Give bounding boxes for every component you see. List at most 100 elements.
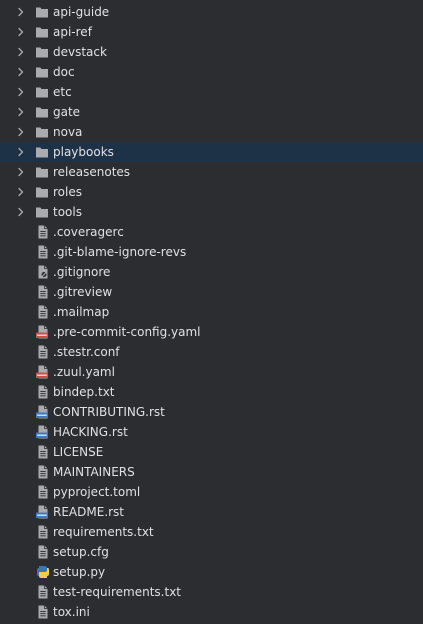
tree-file-row[interactable]: MAINTAINERS [0,462,423,482]
folder-label: doc [53,65,75,79]
folder-icon [35,65,49,79]
chevron-right-icon[interactable] [16,187,26,197]
folder-label: roles [53,185,82,199]
folder-label: nova [53,125,83,139]
tree-file-row[interactable]: .pre-commit-config.yaml [0,322,423,342]
file-label: CONTRIBUTING.rst [53,405,165,419]
folder-icon [35,45,49,59]
tree-file-row[interactable]: README.rst [0,502,423,522]
tree-folder-row[interactable]: api-guide [0,2,423,22]
chevron-right-icon[interactable] [16,107,26,117]
folder-icon [35,185,49,199]
chevron-right-icon[interactable] [16,127,26,137]
file-label: pyproject.toml [53,485,141,499]
text-file-icon [36,525,50,539]
tree-folder-row[interactable]: devstack [0,42,423,62]
folder-icon [35,105,49,119]
folder-label: playbooks [53,145,114,159]
text-file-icon [36,305,50,319]
tree-file-row[interactable]: .git-blame-ignore-revs [0,242,423,262]
tree-file-row[interactable]: pyproject.toml [0,482,423,502]
tree-file-row[interactable]: .stestr.conf [0,342,423,362]
file-label: .gitignore [53,265,111,279]
tree-file-row[interactable]: test-requirements.txt [0,582,423,602]
folder-label: releasenotes [53,165,131,179]
chevron-right-icon[interactable] [16,167,26,177]
text-file-icon [36,605,50,619]
file-label: .zuul.yaml [53,365,115,379]
folder-icon [35,85,49,99]
file-label: .stestr.conf [53,345,120,359]
chevron-right-icon[interactable] [16,67,26,77]
file-label: test-requirements.txt [53,585,181,599]
file-label: README.rst [53,505,125,519]
chevron-right-icon[interactable] [16,147,26,157]
tree-folder-row[interactable]: playbooks [0,142,423,162]
tree-folder-row[interactable]: etc [0,82,423,102]
file-label: LICENSE [53,445,104,459]
folder-icon [35,165,49,179]
tree-file-row[interactable]: setup.py [0,562,423,582]
text-file-icon [36,585,50,599]
text-file-icon [36,485,50,499]
tree-folder-row[interactable]: nova [0,122,423,142]
file-label: .pre-commit-config.yaml [53,325,201,339]
file-label: setup.cfg [53,545,109,559]
tree-folder-row[interactable]: roles [0,182,423,202]
file-label: MAINTAINERS [53,465,135,479]
tree-file-row[interactable]: CONTRIBUTING.rst [0,402,423,422]
chevron-right-icon[interactable] [16,7,26,17]
tree-folder-row[interactable]: gate [0,102,423,122]
tree-file-row[interactable]: HACKING.rst [0,422,423,442]
folder-label: etc [53,85,72,99]
yaml-file-icon [36,365,50,379]
folder-label: devstack [53,45,107,59]
tree-file-row[interactable]: .gitreview [0,282,423,302]
file-label: .git-blame-ignore-revs [53,245,187,259]
tree-file-row[interactable]: requirements.txt [0,522,423,542]
folder-icon [35,145,49,159]
text-file-icon [36,445,50,459]
text-file-icon [36,285,50,299]
file-label: .coveragerc [53,225,124,239]
text-file-icon [36,245,50,259]
ignore-file-icon [36,265,50,279]
folder-label: tools [53,205,82,219]
folder-icon [35,5,49,19]
chevron-right-icon[interactable] [16,207,26,217]
tree-file-row[interactable]: bindep.txt [0,382,423,402]
text-file-icon [36,465,50,479]
chevron-right-icon[interactable] [16,87,26,97]
file-label: requirements.txt [53,525,154,539]
tree-file-row[interactable]: .zuul.yaml [0,362,423,382]
file-label: tox.ini [53,605,90,619]
file-label: HACKING.rst [53,425,128,439]
tree-file-row[interactable]: tox.ini [0,602,423,622]
python-file-icon [36,565,50,579]
project-file-tree: api-guide api-ref devstack doc etc gate nova pl… [0,0,423,624]
folder-icon [35,205,49,219]
tree-folder-row[interactable]: api-ref [0,22,423,42]
file-label: .mailmap [53,305,110,319]
tree-folder-row[interactable]: releasenotes [0,162,423,182]
file-label: bindep.txt [53,385,115,399]
tree-file-row[interactable]: .gitignore [0,262,423,282]
yaml-file-icon [36,325,50,339]
folder-label: gate [53,105,81,119]
tree-folder-row[interactable]: tools [0,202,423,222]
rst-file-icon [36,505,50,519]
tree-file-row[interactable]: LICENSE [0,442,423,462]
tree-folder-row[interactable]: doc [0,62,423,82]
tree-file-row[interactable]: setup.cfg [0,542,423,562]
text-file-icon [36,225,50,239]
text-file-icon [36,385,50,399]
chevron-right-icon[interactable] [16,27,26,37]
tree-file-row[interactable]: .mailmap [0,302,423,322]
rst-file-icon [36,425,50,439]
folder-label: api-ref [53,25,92,39]
chevron-right-icon[interactable] [16,47,26,57]
text-file-icon [36,545,50,559]
tree-file-row[interactable]: .coveragerc [0,222,423,242]
folder-icon [35,25,49,39]
folder-icon [35,125,49,139]
